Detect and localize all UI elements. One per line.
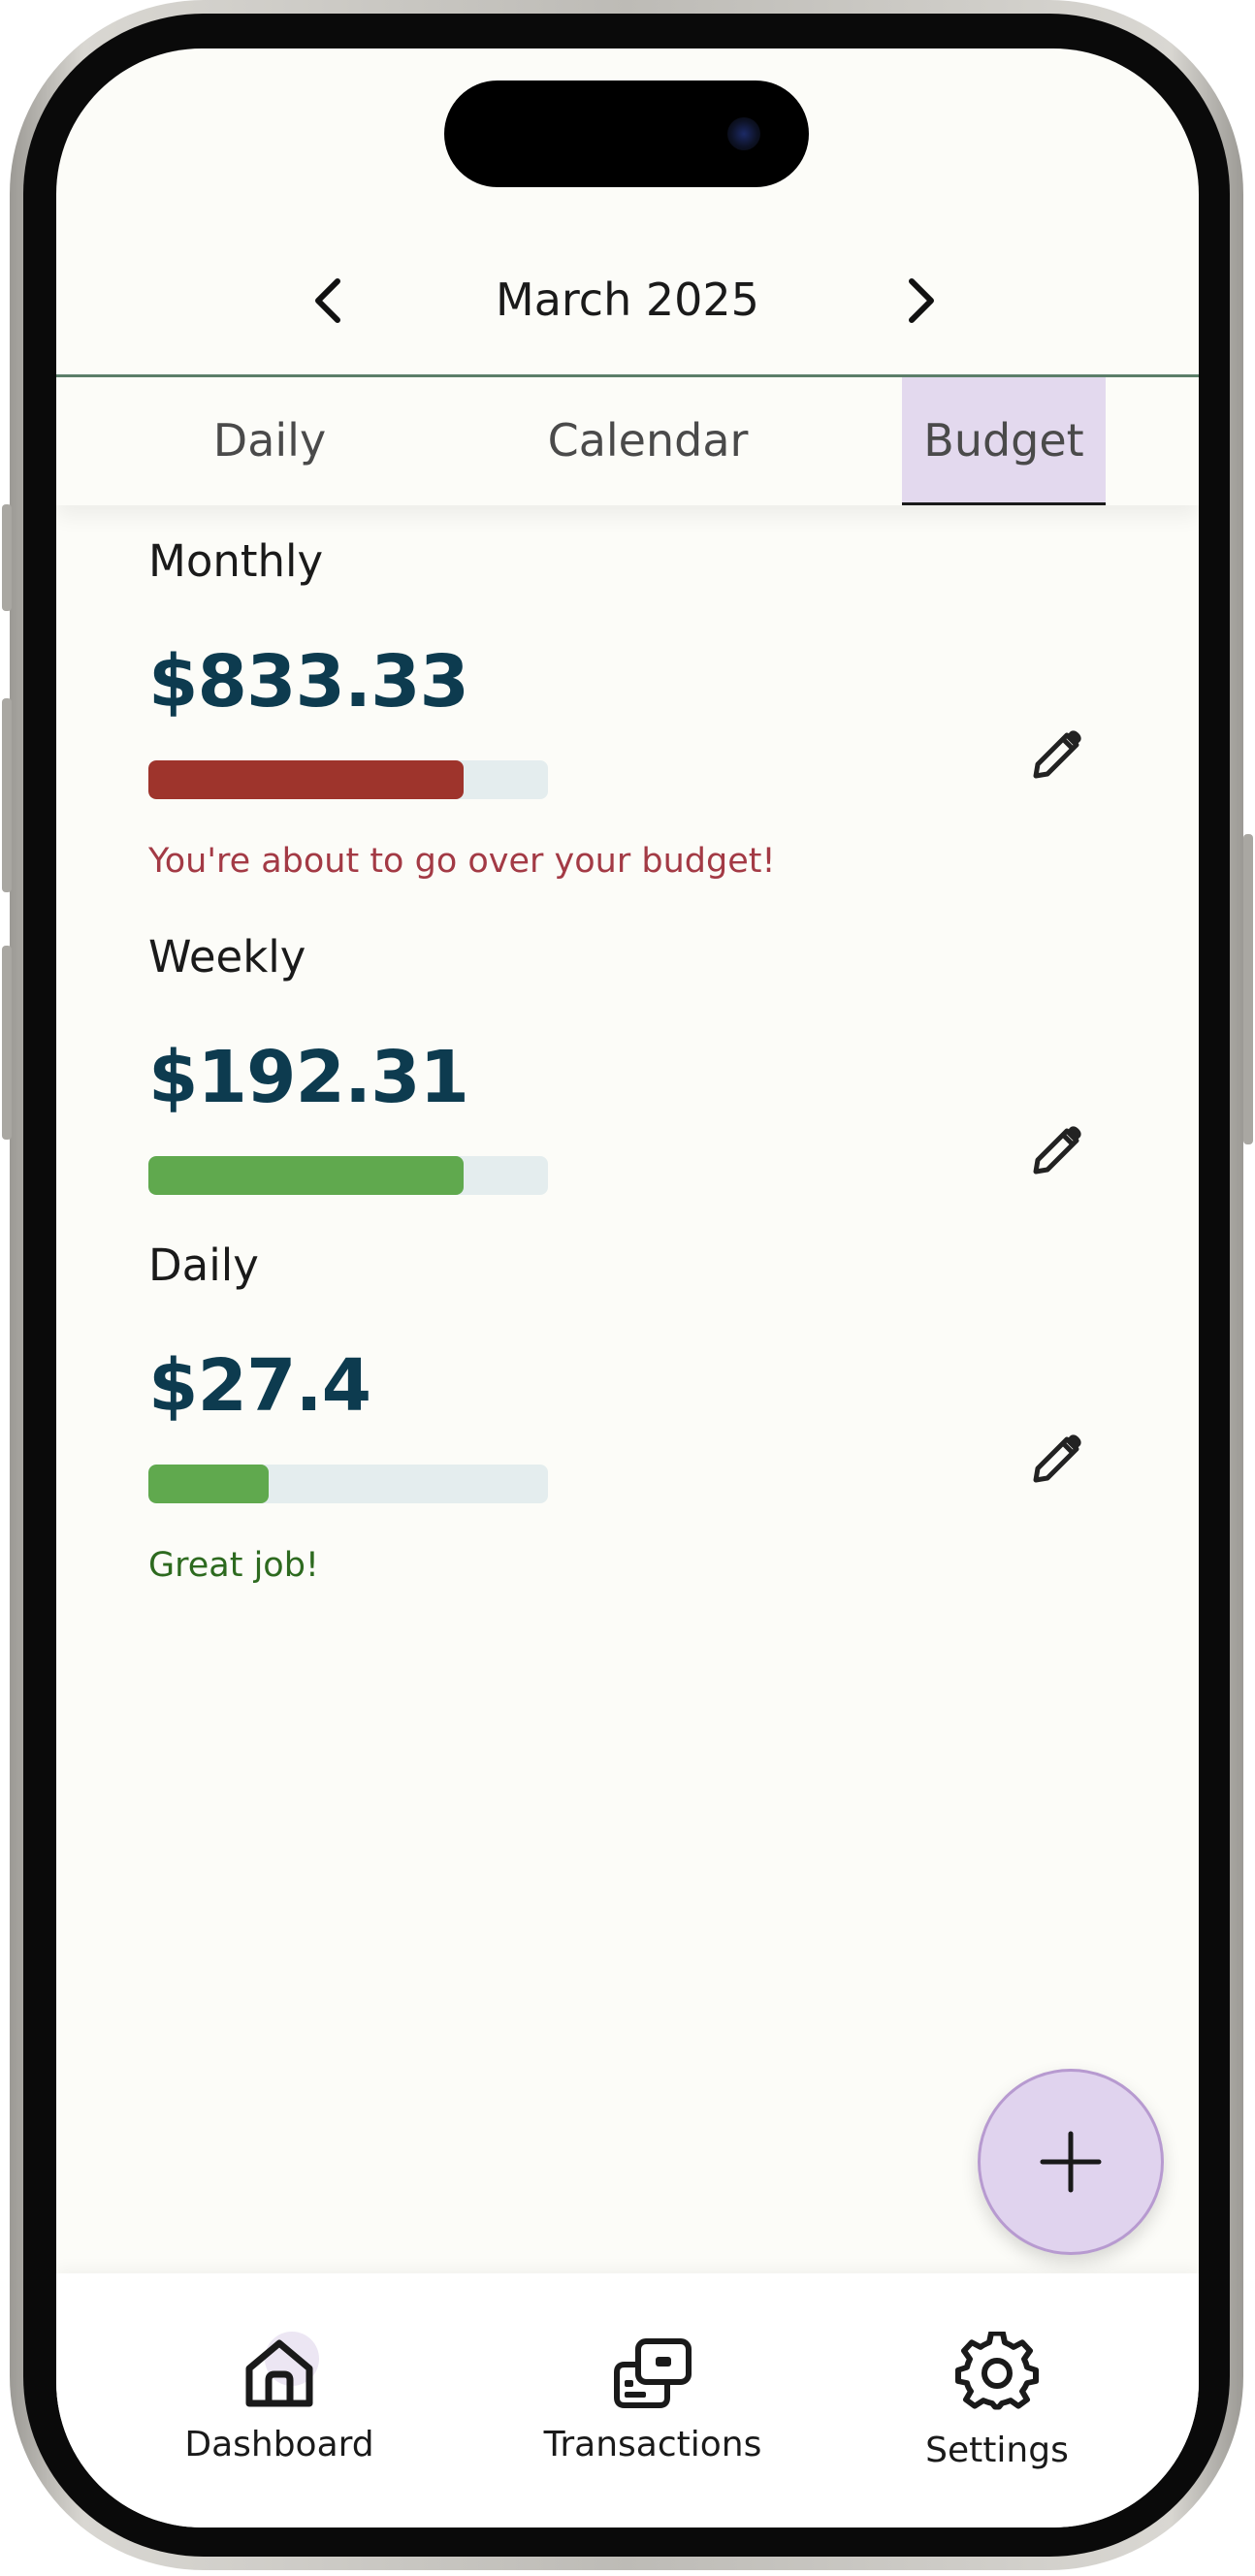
daily-progress-bar [148, 1465, 548, 1503]
monthly-budget-warning: You're about to go over your budget! [148, 842, 776, 881]
weekly-budget-label: Weekly [148, 931, 306, 982]
chevron-right-icon [909, 278, 934, 323]
volume-down-button [2, 946, 12, 1140]
tab-daily[interactable]: Daily [173, 377, 367, 503]
chevron-left-icon [315, 278, 340, 323]
monthly-progress-fill [148, 760, 465, 799]
nav-settings[interactable]: Settings [900, 2273, 1094, 2496]
nav-transactions[interactable]: Transactions [536, 2273, 769, 2496]
add-transaction-button[interactable] [978, 2069, 1164, 2255]
nav-dashboard[interactable]: Dashboard [182, 2273, 376, 2496]
weekly-progress-bar [148, 1156, 548, 1195]
gear-icon [953, 2330, 1041, 2417]
action-button [2, 504, 12, 611]
month-title: March 2025 [496, 274, 759, 326]
home-icon [236, 2330, 323, 2417]
edit-monthly-budget-button[interactable] [1016, 718, 1094, 795]
plus-icon [1040, 2131, 1102, 2193]
monthly-progress-bar [148, 760, 548, 799]
power-button [1243, 834, 1253, 1144]
nav-settings-label: Settings [925, 2431, 1069, 2470]
nav-transactions-label: Transactions [543, 2425, 762, 2464]
view-tabs: Daily Calendar Budget [56, 377, 1199, 505]
pencil-icon [1033, 1434, 1081, 1483]
daily-budget-message: Great job! [148, 1546, 319, 1585]
bottom-navigation: Dashboard Transactions Settings [56, 2273, 1199, 2528]
volume-up-button [2, 698, 12, 892]
weekly-progress-fill [148, 1156, 465, 1195]
app-screen: March 2025 Daily Calendar Budget Monthly… [56, 48, 1199, 2528]
month-navigator: March 2025 [56, 242, 1199, 349]
camera-icon [727, 117, 760, 150]
daily-budget-amount: $27.4 [148, 1344, 371, 1428]
dynamic-island [444, 80, 809, 187]
pencil-icon [1033, 730, 1081, 779]
next-month-button[interactable] [892, 272, 950, 330]
edit-daily-budget-button[interactable] [1016, 1422, 1094, 1499]
tab-budget[interactable]: Budget [902, 377, 1106, 505]
weekly-budget-amount: $192.31 [148, 1036, 469, 1119]
transactions-icon [609, 2330, 696, 2417]
pencil-icon [1033, 1126, 1081, 1175]
monthly-budget-amount: $833.33 [148, 640, 469, 724]
monthly-budget-label: Monthly [148, 535, 324, 587]
daily-progress-fill [148, 1465, 269, 1503]
nav-dashboard-label: Dashboard [184, 2425, 374, 2464]
tab-calendar[interactable]: Calendar [502, 377, 793, 503]
edit-weekly-budget-button[interactable] [1016, 1113, 1094, 1191]
daily-budget-label: Daily [148, 1240, 259, 1291]
